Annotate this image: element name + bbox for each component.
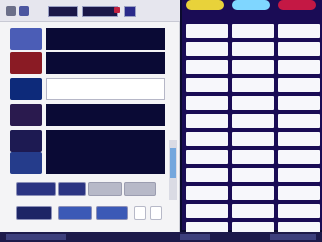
grid-cell[interactable] xyxy=(186,42,228,56)
column-header-3[interactable] xyxy=(278,0,316,10)
list-item-bar xyxy=(46,152,165,174)
grid-cell[interactable] xyxy=(186,132,228,146)
list-item[interactable] xyxy=(10,130,165,152)
grid-cell[interactable] xyxy=(278,24,320,38)
grid-cell[interactable] xyxy=(278,60,320,74)
swatch xyxy=(10,78,42,100)
grid-cell[interactable] xyxy=(232,150,274,164)
grid-cell[interactable] xyxy=(186,60,228,74)
list-item-bar xyxy=(46,78,165,100)
grid-cell[interactable] xyxy=(232,114,274,128)
bottom-segment xyxy=(270,234,316,240)
grid-cell[interactable] xyxy=(232,60,274,74)
swatch xyxy=(10,52,42,74)
scrollbar-thumb[interactable] xyxy=(170,148,176,178)
grid-cell[interactable] xyxy=(232,204,274,218)
swatch xyxy=(10,152,42,174)
button-1[interactable] xyxy=(16,182,56,196)
grid-cell[interactable] xyxy=(186,204,228,218)
grid-cell[interactable] xyxy=(278,132,320,146)
left-panel xyxy=(0,0,180,232)
grid-cell[interactable] xyxy=(186,24,228,38)
swatch xyxy=(10,130,42,152)
list-item[interactable] xyxy=(10,52,165,74)
swatch xyxy=(10,104,42,126)
grid-cell[interactable] xyxy=(186,96,228,110)
list-item[interactable] xyxy=(10,104,165,126)
grid-cell[interactable] xyxy=(186,78,228,92)
grid-cell[interactable] xyxy=(278,168,320,182)
toolbar-toggle[interactable] xyxy=(124,6,136,17)
bottom-bar xyxy=(0,232,322,242)
list-item-bar xyxy=(46,104,165,126)
grid-cell[interactable] xyxy=(186,168,228,182)
button-5[interactable] xyxy=(16,206,52,220)
grid-cell[interactable] xyxy=(186,114,228,128)
grid-cell[interactable] xyxy=(232,24,274,38)
grid-cell[interactable] xyxy=(232,168,274,182)
link-icon[interactable] xyxy=(19,6,29,16)
grid-cell[interactable] xyxy=(278,150,320,164)
grid-cell[interactable] xyxy=(186,150,228,164)
grid-cell[interactable] xyxy=(278,96,320,110)
bottom-segment xyxy=(6,234,66,240)
grid-cell[interactable] xyxy=(278,114,320,128)
button-4[interactable] xyxy=(124,182,156,196)
bottom-segment xyxy=(180,234,210,240)
record-icon[interactable] xyxy=(114,7,120,13)
button-9[interactable] xyxy=(150,206,162,220)
column-header-2[interactable] xyxy=(232,0,270,10)
grid-cell[interactable] xyxy=(278,186,320,200)
app-icon[interactable] xyxy=(6,6,16,16)
button-8[interactable] xyxy=(134,206,146,220)
grid-cell[interactable] xyxy=(232,186,274,200)
column-header-1[interactable] xyxy=(186,0,224,10)
vertical-scrollbar[interactable] xyxy=(169,140,177,200)
toolbar-field-1[interactable] xyxy=(48,6,78,17)
list-item[interactable] xyxy=(10,152,165,174)
grid-cell[interactable] xyxy=(186,186,228,200)
list-item-bar xyxy=(46,28,165,50)
toolbar xyxy=(0,0,180,22)
grid-cell[interactable] xyxy=(278,42,320,56)
button-7[interactable] xyxy=(96,206,128,220)
grid-cell[interactable] xyxy=(232,78,274,92)
list-item-bar xyxy=(46,130,165,152)
grid-cell[interactable] xyxy=(232,42,274,56)
app-window xyxy=(0,0,322,242)
button-6[interactable] xyxy=(58,206,92,220)
grid-cell[interactable] xyxy=(232,96,274,110)
list-item-selected[interactable] xyxy=(10,78,165,100)
button-3[interactable] xyxy=(88,182,122,196)
right-panel xyxy=(182,0,322,236)
grid-cell[interactable] xyxy=(278,78,320,92)
list-item[interactable] xyxy=(10,28,165,50)
grid-cell[interactable] xyxy=(232,132,274,146)
swatch xyxy=(10,28,42,50)
grid-cell[interactable] xyxy=(278,204,320,218)
button-2[interactable] xyxy=(58,182,86,196)
list-item-bar xyxy=(46,52,165,74)
toolbar-field-2[interactable] xyxy=(82,6,118,17)
